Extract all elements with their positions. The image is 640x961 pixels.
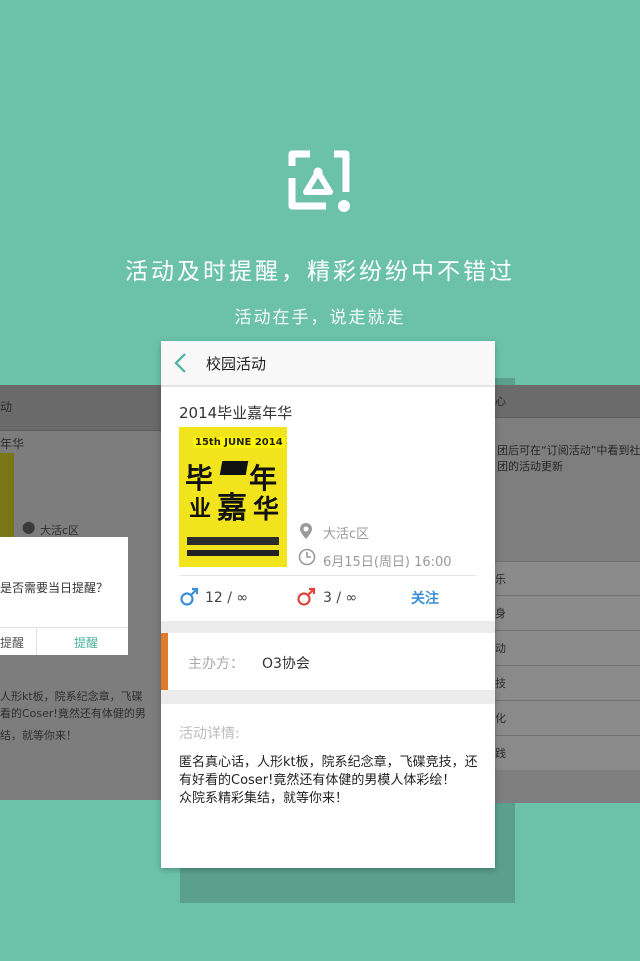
promo-subtagline: 活动在手，说走就走 (234, 308, 406, 328)
dialog-divider (0, 627, 128, 628)
left-preview-detail-2: 看的Coser!竟然还有体健的男 (0, 707, 146, 720)
left-preview-location: 大活c区 (40, 524, 80, 537)
organizer-value[interactable]: O3协会 (262, 653, 310, 673)
category-row[interactable]: 化 (493, 700, 640, 735)
event-location: 大活c区 (323, 527, 370, 542)
category-row[interactable]: 身 (493, 595, 640, 630)
activity-app-logo-icon (288, 150, 350, 212)
event-time: 6月15日(周日) 16:00 (323, 555, 452, 570)
organizer-accent-bar (161, 633, 168, 690)
category-row[interactable]: 践 (493, 735, 640, 770)
reminder-cancel-button[interactable]: 提醒 (0, 634, 24, 651)
promo-tagline: 活动及时提醒，精彩纷纷中不错过 (125, 259, 515, 285)
left-preview-detail-3: 结，就等你来！ (0, 729, 77, 742)
category-row[interactable]: 技 (493, 665, 640, 700)
clock-icon (298, 548, 316, 566)
left-preview-header: 动 (0, 385, 165, 431)
organizer-label: 主办方： (188, 656, 244, 672)
detail-label: 活动详情: (179, 726, 240, 742)
left-preview-item-title: 年华 (0, 437, 25, 451)
left-preview-title: 动 (0, 400, 13, 414)
category-label: 乐 (495, 573, 506, 586)
category-label: 践 (495, 747, 506, 760)
app-header: 校园活动 (161, 341, 495, 387)
poster-char: 华 (253, 495, 280, 525)
graduation-cap-icon (219, 461, 249, 475)
male-count: 12 / ∞ (205, 590, 249, 606)
page-title: 校园活动 (206, 355, 267, 373)
location-pin-icon (300, 523, 312, 539)
reminder-dialog-question: 是否需要当日提醒？ (0, 581, 109, 595)
poster-char: 嘉 (217, 491, 247, 526)
right-preview-info-line-2: 团的活动更新 (497, 460, 563, 473)
category-row[interactable]: 动 (493, 630, 640, 665)
poster-date: 15th JUNE 2014 (193, 437, 285, 448)
left-preview-location-icon: ⬤ (22, 520, 36, 534)
follow-button[interactable]: 关注 (411, 588, 439, 608)
category-label: 动 (495, 642, 506, 655)
category-label: 化 (495, 712, 506, 725)
left-preview-detail-1: 人形kt板，院系纪念章，飞碟 (0, 690, 143, 703)
section-separator (161, 690, 495, 704)
poster-char: 业 (189, 496, 212, 522)
right-preview-screen: 心 团后可在“订阅活动”中看到社 团的活动更新 乐 身 动 技 化 践 (493, 385, 640, 803)
female-symbol-icon (297, 587, 316, 606)
event-detail-screen: 校园活动 2014毕业嘉年华 15th JUNE 2014 毕 年 业 嘉 华 … (161, 341, 495, 868)
poster-footer (187, 550, 279, 556)
right-preview-header: 心 (493, 385, 640, 418)
male-icon (180, 587, 199, 606)
event-title: 2014毕业嘉年华 (179, 404, 293, 422)
section-separator (161, 621, 495, 633)
right-preview-info: 团后可在“订阅活动”中看到社 团的活动更新 (497, 443, 640, 475)
event-poster[interactable]: 15th JUNE 2014 毕 年 业 嘉 华 (179, 427, 287, 567)
category-label: 技 (495, 677, 506, 690)
category-row[interactable]: 乐 (493, 561, 640, 596)
dialog-button-divider (36, 627, 37, 655)
poster-strip (187, 537, 279, 545)
back-arrow-icon[interactable] (173, 352, 187, 374)
female-count: 3 / ∞ (323, 590, 358, 606)
reminder-dialog: 是否需要当日提醒？ 提醒 提醒 (0, 537, 128, 655)
reminder-confirm-button[interactable]: 提醒 (74, 634, 98, 651)
category-label: 身 (495, 607, 506, 620)
event-description: 匿名真心话，人形kt板，院系纪念章，飞碟竞技，还有好看的Coser!竟然还有体健… (179, 755, 478, 806)
right-preview-title: 心 (495, 395, 506, 408)
right-preview-info-line-1: 团后可在“订阅活动”中看到社 (497, 444, 640, 457)
divider (179, 575, 477, 576)
